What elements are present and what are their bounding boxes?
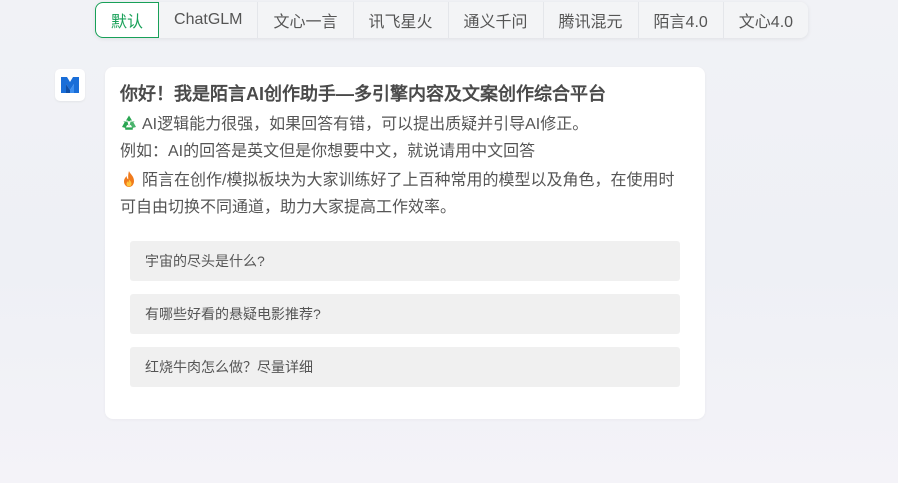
tab-tongyi-qianwen[interactable]: 通义千问 [448,2,544,38]
intro-line-ai-logic: AI逻辑能力很强，如果回答有错，可以提出质疑并引导AI修正。 [120,114,588,135]
avatar [55,69,85,101]
fire-icon [124,171,134,187]
tab-chatglm[interactable]: ChatGLM [159,2,259,38]
tab-moyan-4[interactable]: 陌言4.0 [638,2,724,38]
brand-logo-icon [61,77,79,93]
intro-line-channels: 可自由切换不同通道，助力大家提高工作效率。 [120,199,457,216]
suggestion-question-2[interactable]: 有哪些好看的悬疑电影推荐? [130,294,680,334]
tab-wenxin-4[interactable]: 文心4.0 [723,2,809,38]
engine-tab-bar: 默认 ChatGLM 文心一言 讯飞星火 通义千问 腾讯混元 陌言4.0 文心4… [95,2,809,38]
suggestion-question-1[interactable]: 宇宙的尽头是什么? [130,241,680,281]
suggestion-question-3[interactable]: 红烧牛肉怎么做？尽量详细 [130,347,680,387]
welcome-title: 你好！我是陌言AI创作助手—多引擎内容及文案创作综合平台 [120,84,606,104]
tab-default[interactable]: 默认 [95,2,160,38]
intro-line-example: 例如：AI的回答是英文但是你想要中文，就说请用中文回答 [120,143,536,160]
tab-tencent-hunyuan[interactable]: 腾讯混元 [543,2,639,38]
intro-line-1-text: AI逻辑能力很强，如果回答有错，可以提出质疑并引导AI修正。 [142,116,589,133]
intro-line-3-text: 陌言在创作/模拟板块为大家训练好了上百种常用的模型以及角色，在使用时 [142,172,675,189]
intro-line-templates: 陌言在创作/模拟板块为大家训练好了上百种常用的模型以及角色，在使用时 [120,170,674,191]
tab-xunfei-xinghuo[interactable]: 讯飞星火 [353,2,449,38]
tab-wenxin-yiyan[interactable]: 文心一言 [258,2,354,38]
recycle-icon [122,115,136,130]
welcome-message-card: 你好！我是陌言AI创作助手—多引擎内容及文案创作综合平台 AI逻辑能力很强，如果… [105,67,705,419]
